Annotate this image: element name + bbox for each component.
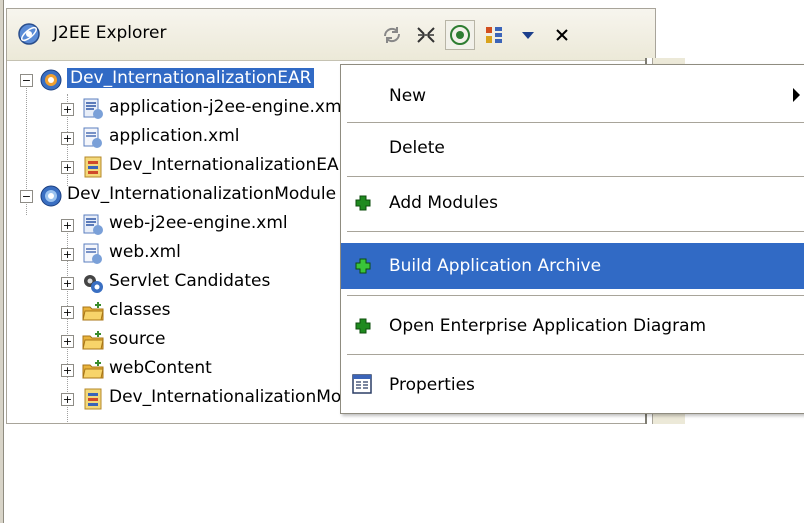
context-menu: New Delete Add Modules Build Application… <box>340 64 804 414</box>
tree-item-label: Dev_InternationalizationModule <box>67 184 337 204</box>
ear-project-icon <box>40 69 62 91</box>
tree-item-label: web-j2ee-engine.xml <box>109 213 288 233</box>
tree-item-label: application-j2ee-engine.xml <box>109 97 347 117</box>
expand-toggle[interactable]: + <box>61 393 74 406</box>
collapse-toggle[interactable]: − <box>20 190 33 203</box>
j2ee-explorer-icon <box>18 23 40 45</box>
green-plus-icon <box>355 258 371 274</box>
xml-file-icon <box>83 243 102 264</box>
add-icon <box>450 25 470 45</box>
tree-item-label: webContent <box>109 358 212 378</box>
expand-toggle[interactable]: + <box>61 132 74 145</box>
panel-titlebar: J2EE Explorer <box>7 9 655 61</box>
layout-icon <box>486 27 502 43</box>
tree-item-label: application.xml <box>109 126 240 146</box>
panel-tab[interactable]: J2EE Explorer <box>9 12 649 56</box>
archive-icon <box>84 156 102 178</box>
menu-separator <box>347 354 804 356</box>
menu-item-label: Build Application Archive <box>389 256 602 276</box>
tree-item-label: web.xml <box>109 242 181 262</box>
menu-item-build-application-archive[interactable]: Build Application Archive <box>341 243 804 289</box>
expand-toggle[interactable]: + <box>61 219 74 232</box>
menu-separator <box>347 295 804 297</box>
sync-button[interactable] <box>377 20 407 50</box>
collapse-all-button[interactable] <box>411 20 441 50</box>
layout-button[interactable] <box>479 20 509 50</box>
tree-item-label: classes <box>109 300 171 320</box>
green-plus-icon <box>355 195 371 211</box>
sync-icon <box>383 27 401 43</box>
expand-toggle[interactable]: + <box>61 364 74 377</box>
close-button[interactable] <box>547 20 577 50</box>
collapse-icon <box>417 27 435 43</box>
menu-item-properties[interactable]: Properties <box>341 362 804 408</box>
expand-toggle[interactable]: + <box>61 248 74 261</box>
xml-config-icon <box>83 214 103 235</box>
panel-title: J2EE Explorer <box>53 23 167 43</box>
menu-item-open-diagram[interactable]: Open Enterprise Application Diagram <box>341 303 804 349</box>
menu-item-add-modules[interactable]: Add Modules <box>341 180 804 226</box>
expand-toggle[interactable]: + <box>61 277 74 290</box>
menu-item-delete[interactable]: Delete <box>341 125 804 171</box>
collapse-toggle[interactable]: − <box>20 74 33 87</box>
xml-file-icon <box>83 127 102 148</box>
xml-config-icon <box>83 98 103 119</box>
properties-icon <box>352 374 372 394</box>
expand-toggle[interactable]: + <box>61 335 74 348</box>
menu-separator <box>347 176 804 178</box>
menu-item-label: Open Enterprise Application Diagram <box>389 316 707 336</box>
menu-item-label: Properties <box>389 375 475 395</box>
menu-item-label: New <box>389 86 427 106</box>
web-project-icon <box>40 185 62 207</box>
tree-item-label: Servlet Candidates <box>109 271 271 291</box>
expand-toggle[interactable]: + <box>61 103 74 116</box>
menu-item-new[interactable]: New <box>341 73 804 119</box>
menu-separator <box>347 122 804 124</box>
archive-icon <box>84 388 102 410</box>
close-icon <box>556 29 568 41</box>
window-edge <box>0 0 4 523</box>
tree-item-label: Dev_InternationalizationEAR <box>67 68 315 88</box>
folder-icon <box>82 360 104 379</box>
expand-toggle[interactable]: + <box>61 161 74 174</box>
folder-icon <box>82 331 104 350</box>
folder-icon <box>82 302 104 321</box>
dropdown-icon <box>522 32 534 39</box>
green-plus-icon <box>355 318 371 334</box>
view-menu-button[interactable] <box>513 20 543 50</box>
expand-toggle[interactable]: + <box>61 306 74 319</box>
menu-separator <box>347 231 804 233</box>
add-button[interactable] <box>445 20 475 50</box>
tree-item-label: source <box>109 329 166 349</box>
submenu-arrow-icon <box>793 88 800 102</box>
menu-item-label: Add Modules <box>389 193 498 213</box>
menu-item-label: Delete <box>389 138 445 158</box>
servlet-icon <box>84 275 103 293</box>
